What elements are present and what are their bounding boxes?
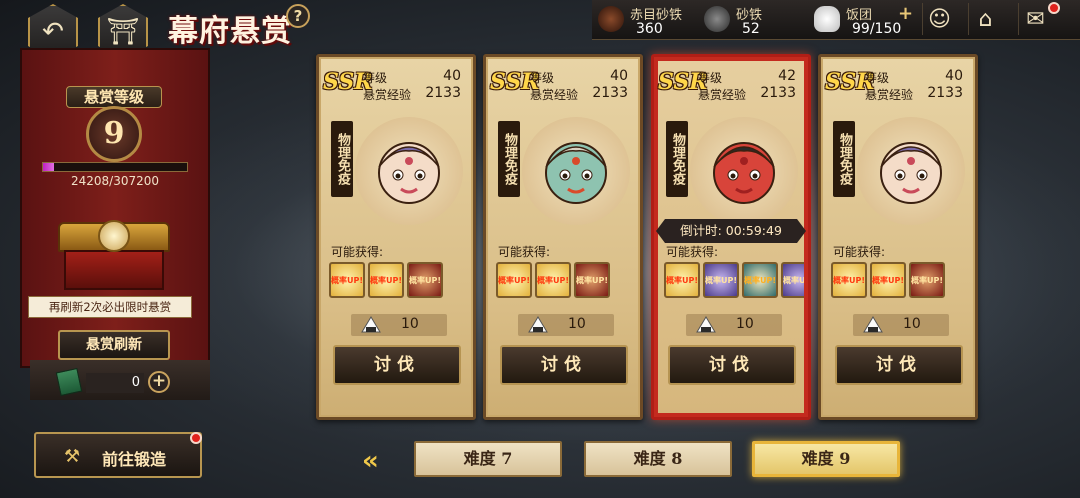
fight-button[interactable]: 讨伐 xyxy=(333,345,461,385)
countdown-timer: 倒计时: 00:59:49 xyxy=(656,219,806,243)
reward-list: 概率UP! 概率UP! 概率UP! xyxy=(329,262,469,298)
back-arrow-icon: ↶ xyxy=(42,17,64,47)
rice-ball-icon xyxy=(814,6,840,32)
reward-item[interactable]: 概率UP! xyxy=(535,262,571,298)
possible-rewards-label: 可能获得: xyxy=(331,245,384,259)
exp-value: 2133 xyxy=(760,85,796,101)
bounty-card[interactable]: SSR 等级 40 悬赏经验 2133 物理免疫 可能获得: 概率UP! 概率UP… xyxy=(483,54,643,420)
rank-title: 悬赏等级 xyxy=(66,86,162,108)
reward-item[interactable]: 概率UP! xyxy=(831,262,867,298)
exp-value: 2133 xyxy=(927,85,963,101)
help-button[interactable]: ? xyxy=(286,4,310,28)
trait-badge: 物理免疫 xyxy=(666,121,688,197)
mail-notification-dot xyxy=(1048,2,1060,14)
level-label: 等级 xyxy=(530,71,555,85)
treasure-chest-icon[interactable] xyxy=(54,220,174,292)
level-value: 40 xyxy=(945,68,963,84)
reward-item[interactable]: 概率UP! xyxy=(781,262,804,298)
monster-portrait xyxy=(690,117,798,225)
rice-ball-icon xyxy=(696,316,716,333)
resource-red-sand: 赤目砂铁 360 xyxy=(598,2,698,38)
rank-xp-bar xyxy=(42,162,188,172)
page-title: 幕府悬赏 xyxy=(168,14,292,49)
trait-badge: 物理免疫 xyxy=(498,121,520,197)
level-value: 40 xyxy=(443,68,461,84)
fight-button[interactable]: 讨伐 xyxy=(668,345,796,385)
reward-item[interactable]: 概率UP! xyxy=(909,262,945,298)
bounty-card[interactable]: SSR 等级 42 悬赏经验 2133 物理免疫 倒计时: 00:59:49 可… xyxy=(651,54,811,420)
possible-rewards-label: 可能获得: xyxy=(666,245,719,259)
red-sand-icon xyxy=(598,6,624,32)
cost-display: 10 xyxy=(518,314,614,336)
exp-value: 2133 xyxy=(592,85,628,101)
refresh-ticket-row: 0 + xyxy=(52,367,176,397)
level-label: 等级 xyxy=(363,71,388,85)
anvil-icon: ⚒ xyxy=(64,446,81,467)
exp-label: 悬赏经验 xyxy=(865,88,914,102)
add-rice-ball-button[interactable]: + xyxy=(898,3,913,24)
bounty-refresh-button[interactable]: 悬赏刷新 xyxy=(58,330,170,360)
rank-xp-text: 24208/307200 xyxy=(70,174,160,188)
monster-portrait xyxy=(522,117,630,225)
level-value: 40 xyxy=(610,68,628,84)
mail-icon[interactable]: ✉ xyxy=(1018,3,1052,35)
possible-rewards-label: 可能获得: xyxy=(833,245,886,259)
cost-display: 10 xyxy=(686,314,782,336)
exp-label: 悬赏经验 xyxy=(363,88,412,102)
fight-button[interactable]: 讨伐 xyxy=(500,345,628,385)
reward-list: 概率UP!概率UP!概率UP!概率UP! xyxy=(664,262,804,298)
reward-item[interactable]: 概率UP! xyxy=(703,262,739,298)
possible-rewards-label: 可能获得: xyxy=(498,245,551,259)
forge-notification-dot xyxy=(190,432,202,444)
level-value: 42 xyxy=(778,68,796,84)
trait-badge: 物理免疫 xyxy=(331,121,353,197)
scroll-left-arrow-icon[interactable]: « xyxy=(362,446,379,476)
reward-list: 概率UP! 概率UP! 概率UP! xyxy=(831,262,971,298)
gate-icon: ⛩ xyxy=(106,17,140,47)
exp-value: 2133 xyxy=(425,85,461,101)
reward-item[interactable]: 概率UP! xyxy=(664,262,700,298)
rank-xp-fill xyxy=(43,163,55,171)
reward-item[interactable]: 概率UP! xyxy=(574,262,610,298)
top-bar: ↶ ⛩ 幕府悬赏 ? 赤目砂铁 360 砂铁 52 饭团 99/150 + ☺ … xyxy=(0,0,1080,60)
exp-label: 悬赏经验 xyxy=(530,88,579,102)
ticket-count: 0 xyxy=(86,373,144,393)
cost-display: 10 xyxy=(351,314,447,336)
trait-badge: 物理免疫 xyxy=(833,121,855,197)
add-ticket-button[interactable]: + xyxy=(148,371,170,393)
reward-item[interactable]: 概率UP! xyxy=(407,262,443,298)
resource-sand: 砂铁 52 xyxy=(704,2,794,38)
refresh-note: 再刷新2次必出限时悬赏 xyxy=(28,296,192,318)
character-icon[interactable]: ☺ xyxy=(922,3,956,35)
rice-ball-icon xyxy=(863,316,883,333)
tab-difficulty-9[interactable]: 难度 9 xyxy=(752,441,900,477)
reward-item[interactable]: 概率UP! xyxy=(329,262,365,298)
bounty-card[interactable]: SSR 等级 40 悬赏经验 2133 物理免疫 可能获得: 概率UP! 概率UP… xyxy=(818,54,978,420)
sand-icon xyxy=(704,6,730,32)
monster-portrait xyxy=(857,117,965,225)
reward-item[interactable]: 概率UP! xyxy=(496,262,532,298)
rice-ball-icon xyxy=(528,316,548,333)
go-forge-button[interactable]: ⚒ 前往锻造 xyxy=(34,432,202,478)
tab-difficulty-7[interactable]: 难度 7 xyxy=(414,441,562,477)
bounty-card[interactable]: SSR 等级 40 悬赏经验 2133 物理免疫 可能获得: 概率UP! 概率UP… xyxy=(316,54,476,420)
reward-item[interactable]: 概率UP! xyxy=(742,262,778,298)
cost-display: 10 xyxy=(853,314,949,336)
resource-rice-ball: 饭团 99/150 xyxy=(814,2,904,38)
reward-item[interactable]: 概率UP! xyxy=(870,262,906,298)
reward-item[interactable]: 概率UP! xyxy=(368,262,404,298)
ticket-icon xyxy=(55,367,83,397)
fight-button[interactable]: 讨伐 xyxy=(835,345,963,385)
rank-level-badge: 9 xyxy=(86,106,142,162)
rice-ball-icon xyxy=(361,316,381,333)
home-roof-icon[interactable]: ⌂ xyxy=(968,3,1002,35)
exp-label: 悬赏经验 xyxy=(698,88,747,102)
monster-portrait xyxy=(355,117,463,225)
reward-list: 概率UP! 概率UP! 概率UP! xyxy=(496,262,636,298)
level-label: 等级 xyxy=(865,71,890,85)
level-label: 等级 xyxy=(698,71,723,85)
tab-difficulty-8[interactable]: 难度 8 xyxy=(584,441,732,477)
